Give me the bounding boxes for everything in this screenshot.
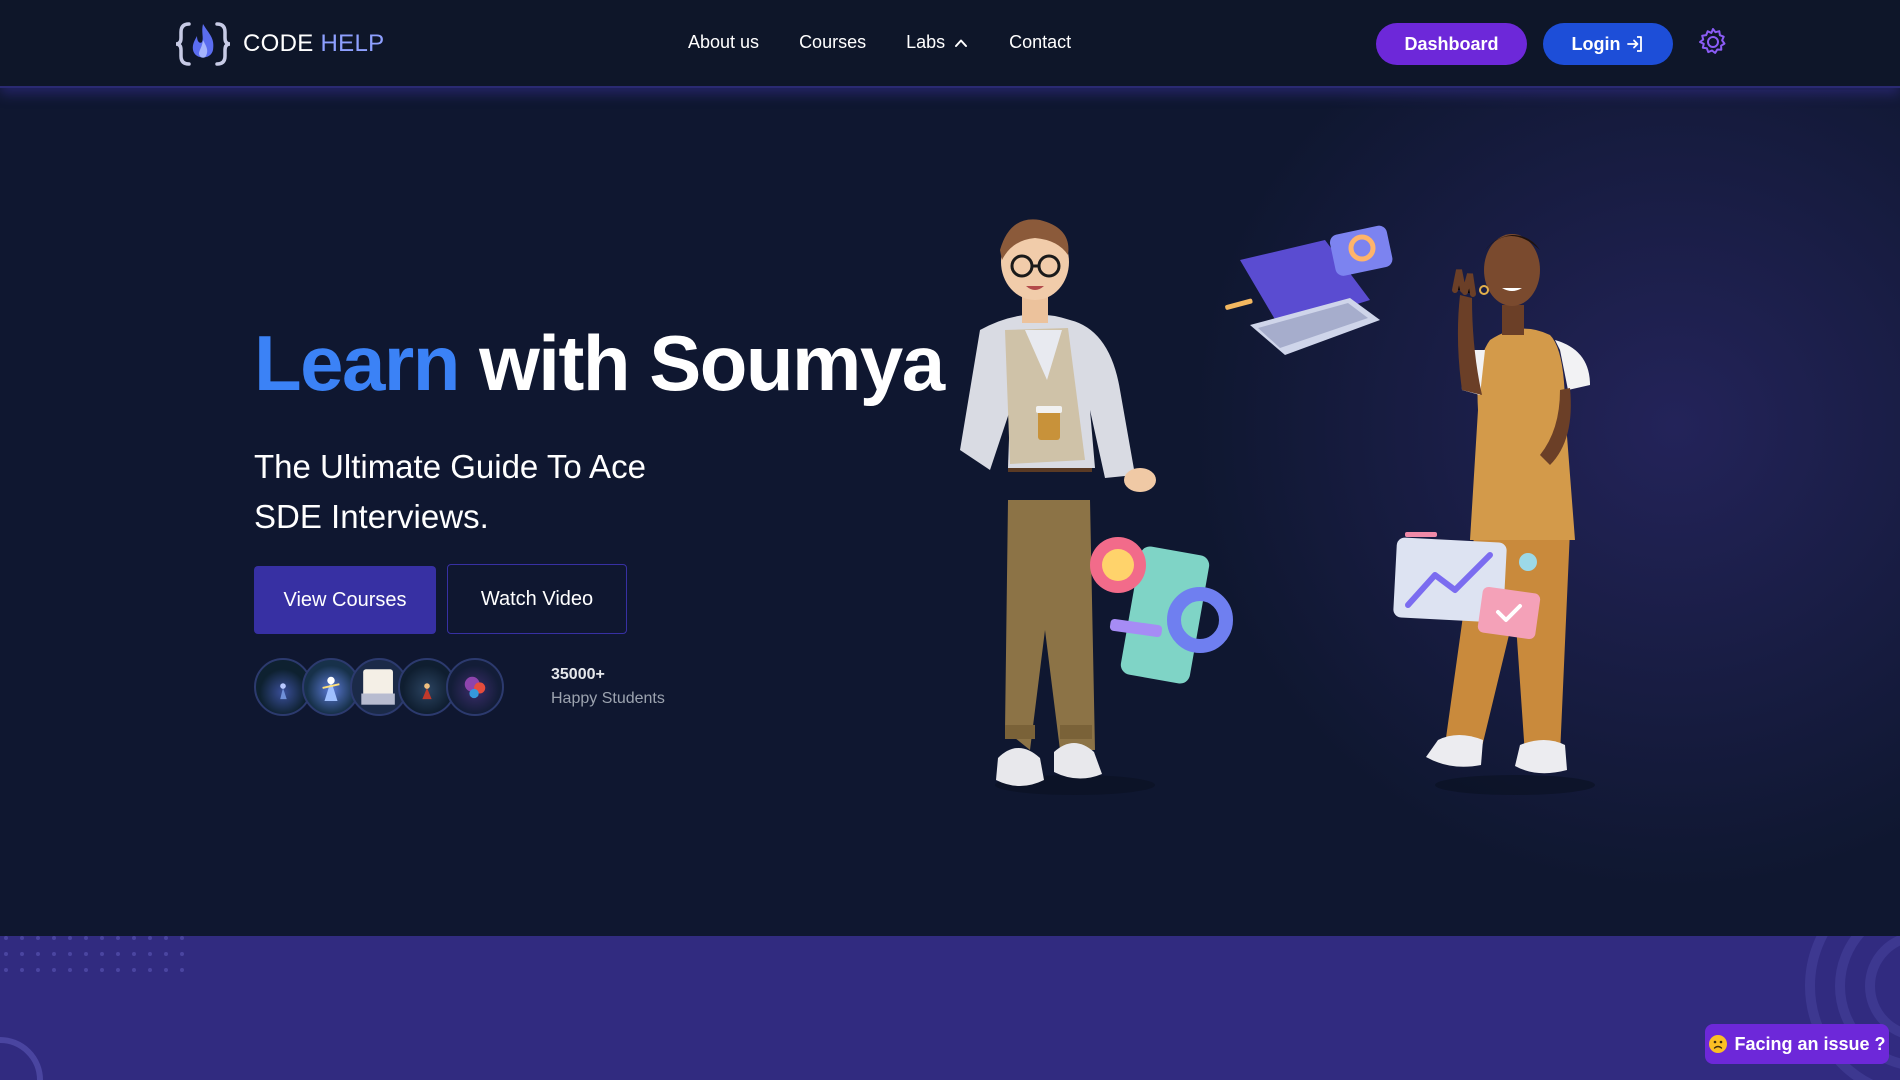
nav-menu: About us Courses Labs Contact [688, 32, 1071, 53]
nav-item-label: Courses [799, 32, 867, 52]
navbar: CODE HELP About us Courses Labs Contact … [0, 0, 1900, 88]
facing-an-issue-label: Facing an issue ? [1734, 1033, 1886, 1054]
hero-title-accent: Learn [254, 319, 460, 407]
brand-name-part2: HELP [320, 30, 385, 57]
nav-item-about-us[interactable]: About us [688, 32, 759, 53]
man-character-illustration [960, 219, 1156, 795]
nav-item-courses[interactable]: Courses [799, 32, 866, 53]
login-button-label: Login [1571, 33, 1621, 54]
woman-character-illustration [1426, 234, 1595, 795]
gear-icon[interactable] [1697, 26, 1729, 58]
flame-braces-icon [175, 22, 231, 66]
chevron-up-icon [955, 39, 968, 47]
nav-item-label: Labs [906, 32, 946, 52]
hero-title: Learn with Soumya [254, 318, 945, 409]
brand-name-part1: CODE [243, 30, 314, 57]
students-count: 35000+ [551, 666, 605, 683]
nav-item-contact[interactable]: Contact [1009, 32, 1071, 53]
nav-item-label: About us [688, 32, 760, 52]
decorative-pattern [0, 936, 1900, 1080]
view-courses-button[interactable]: View Courses [254, 566, 436, 634]
floating-phone-illustration [1090, 537, 1233, 684]
hero-subtitle: The Ultimate Guide To Ace SDE Interviews… [254, 448, 646, 535]
nav-item-labs[interactable]: Labs [906, 32, 969, 53]
confused-face-icon [1709, 1035, 1728, 1053]
bottom-section-band [0, 936, 1900, 1080]
login-button[interactable]: Login [1543, 23, 1673, 65]
avatar [446, 658, 504, 716]
watch-video-button[interactable]: Watch Video [447, 564, 627, 634]
hero-illustration [960, 219, 1595, 795]
facing-an-issue-button[interactable]: Facing an issue ? [1705, 1024, 1889, 1064]
dashboard-button[interactable]: Dashboard [1376, 23, 1527, 65]
students-label: Happy Students [551, 690, 665, 707]
login-arrow-icon [1627, 36, 1643, 52]
nav-item-label: Contact [1009, 32, 1072, 52]
hero-title-rest: with Soumya [479, 319, 945, 407]
floating-laptop-illustration [1225, 225, 1393, 355]
brand-name: CODE HELP [243, 30, 384, 58]
brand-logo[interactable]: CODE HELP [175, 18, 384, 70]
